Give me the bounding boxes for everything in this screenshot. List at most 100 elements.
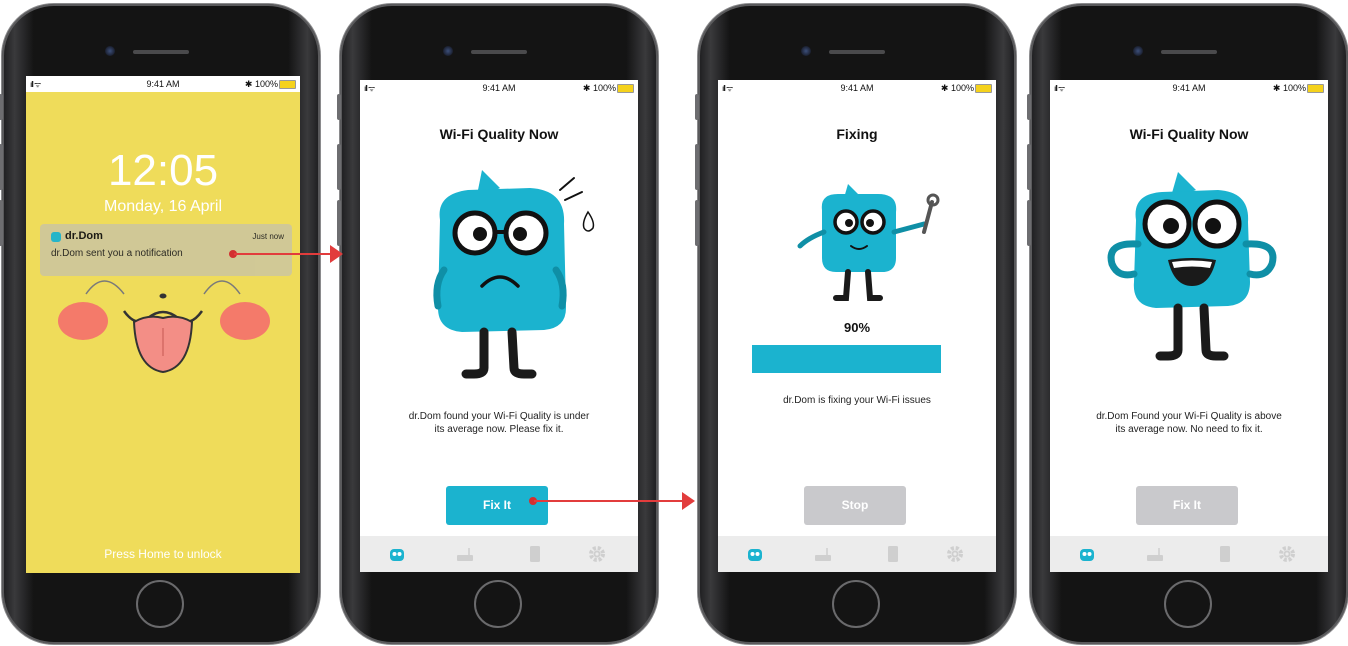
sad-mascot-illustration bbox=[433, 170, 595, 379]
fix-it-button-disabled[interactable]: Fix It bbox=[1136, 486, 1238, 525]
volume-down-button bbox=[695, 200, 699, 246]
status-bar: ıll ᯤ 9:41 AM ✱ 100% bbox=[360, 80, 638, 96]
battery-icon bbox=[279, 80, 296, 89]
wifi-quality-good-screen: ıll ᯤ 9:41 AM ✱ 100% Wi-Fi Quality Now d… bbox=[1050, 80, 1328, 572]
face-illustration bbox=[58, 280, 270, 374]
volume-down-button bbox=[1027, 200, 1031, 246]
battery-icon bbox=[617, 84, 634, 93]
right-pupil bbox=[1205, 218, 1221, 234]
fixing-screen: ıll ᯤ 9:41 AM ✱ 100% Fixing 90% dr.Dom i… bbox=[718, 80, 996, 572]
earpiece-speaker bbox=[829, 50, 885, 54]
battery-icon bbox=[1307, 84, 1324, 93]
battery-icon bbox=[975, 84, 992, 93]
page-title: Wi-Fi Quality Now bbox=[439, 126, 559, 142]
stress-lines bbox=[559, 177, 583, 201]
left-pupil bbox=[845, 219, 853, 227]
mascot-body bbox=[438, 188, 566, 332]
description-line-2: its average now. No need to fix it. bbox=[1115, 424, 1263, 435]
tab-router[interactable] bbox=[814, 545, 832, 563]
phone-lock-screen: ıll ᯤ 9:41 AM ✱ 100% 12:05 Monday, 16 Ap… bbox=[0, 4, 320, 644]
left-leg bbox=[1155, 303, 1183, 361]
right-eye-arc bbox=[203, 280, 241, 295]
battery-percent: ✱ 100% bbox=[940, 83, 974, 93]
wifi-quality-screen: ıll ᯤ 9:41 AM ✱ 100% Wi-Fi Quality Now d… bbox=[360, 80, 638, 572]
fixing-mascot-illustration bbox=[797, 184, 940, 301]
left-eye-arc bbox=[85, 280, 125, 295]
tab-phone[interactable] bbox=[1216, 545, 1234, 563]
phone-fixing: ıll ᯤ 9:41 AM ✱ 100% Fixing 90% dr.Dom i… bbox=[695, 4, 1016, 644]
flow-arrow-1-head bbox=[330, 245, 343, 263]
volume-up-button bbox=[337, 144, 341, 190]
right-leg bbox=[1199, 303, 1229, 361]
tab-settings[interactable] bbox=[588, 545, 606, 563]
notification-banner[interactable]: dr.Dom Just now dr.Dom sent you a notifi… bbox=[40, 224, 292, 276]
phone-wifi-good: ıll ᯤ 9:41 AM ✱ 100% Wi-Fi Quality Now d… bbox=[1027, 4, 1348, 644]
tab-phone[interactable] bbox=[526, 545, 544, 563]
earpiece-speaker bbox=[133, 50, 189, 54]
volume-up-button bbox=[1027, 144, 1031, 190]
battery-percent: ✱ 100% bbox=[582, 83, 616, 93]
battery-percent: ✱ 100% bbox=[244, 79, 278, 89]
left-leg bbox=[461, 327, 489, 379]
nose bbox=[159, 293, 167, 299]
description-line-1: dr.Dom Found your Wi-Fi Quality is above bbox=[1096, 411, 1282, 422]
mascot-left-arm bbox=[1107, 240, 1142, 279]
tab-bar bbox=[1050, 536, 1328, 572]
right-pupil bbox=[866, 219, 874, 227]
bluetooth-icon: ✱ bbox=[244, 79, 253, 89]
home-button[interactable] bbox=[832, 580, 880, 628]
left-leg bbox=[833, 269, 851, 301]
lock-screen: ıll ᯤ 9:41 AM ✱ 100% 12:05 Monday, 16 Ap… bbox=[26, 76, 300, 573]
tab-router[interactable] bbox=[456, 545, 474, 563]
sweat-drop-icon bbox=[582, 210, 595, 232]
notification-time: Just now bbox=[252, 232, 284, 241]
left-pupil bbox=[1163, 218, 1179, 234]
mute-switch bbox=[1027, 94, 1031, 120]
description-line-1: dr.Dom found your Wi-Fi Quality is under bbox=[408, 411, 590, 422]
wrench-head bbox=[926, 193, 940, 207]
tab-settings[interactable] bbox=[1278, 545, 1296, 563]
notification-message: dr.Dom sent you a notification bbox=[51, 248, 183, 259]
home-button[interactable] bbox=[1164, 580, 1212, 628]
notification-app-name: dr.Dom bbox=[65, 230, 103, 242]
tab-phone[interactable] bbox=[884, 545, 902, 563]
status-description: dr.Dom Found your Wi-Fi Quality is above… bbox=[1070, 410, 1308, 436]
tab-dr-dom[interactable] bbox=[746, 545, 764, 563]
mascot-body bbox=[821, 194, 897, 272]
volume-down-button bbox=[337, 200, 341, 246]
mascot-right-arm bbox=[891, 221, 927, 235]
front-camera bbox=[105, 46, 115, 56]
battery-percent: ✱ 100% bbox=[1272, 83, 1306, 93]
volume-down-button bbox=[0, 200, 3, 246]
fix-it-button[interactable]: Fix It bbox=[446, 486, 548, 525]
mascot-right-arm bbox=[1242, 240, 1277, 279]
lock-date: Monday, 16 April bbox=[104, 198, 222, 215]
unlock-hint: Press Home to unlock bbox=[104, 547, 222, 561]
home-button[interactable] bbox=[474, 580, 522, 628]
tab-bar bbox=[360, 536, 638, 572]
left-pupil bbox=[473, 227, 487, 241]
fixing-description: dr.Dom is fixing your Wi-Fi issues bbox=[783, 395, 931, 406]
bluetooth-icon: ✱ bbox=[940, 83, 949, 93]
mute-switch bbox=[0, 94, 3, 120]
tab-dr-dom[interactable] bbox=[1078, 545, 1096, 563]
flow-arrow-2-head bbox=[682, 492, 695, 510]
progress-fill bbox=[752, 345, 941, 373]
mute-switch bbox=[337, 94, 341, 120]
tab-settings[interactable] bbox=[946, 545, 964, 563]
status-bar: ıll ᯤ 9:41 AM ✱ 100% bbox=[1050, 80, 1328, 96]
mute-switch bbox=[695, 94, 699, 120]
status-bar: ıll ᯤ 9:41 AM ✱ 100% bbox=[26, 76, 300, 92]
home-button[interactable] bbox=[136, 580, 184, 628]
happy-mascot-illustration bbox=[1107, 172, 1277, 361]
wrench-icon bbox=[922, 200, 934, 234]
stop-button[interactable]: Stop bbox=[804, 486, 906, 525]
right-leg bbox=[507, 327, 537, 379]
right-cheek bbox=[220, 302, 270, 340]
mascot-left-arm bbox=[797, 229, 827, 249]
tab-router[interactable] bbox=[1146, 545, 1164, 563]
page-title: Wi-Fi Quality Now bbox=[1129, 126, 1249, 142]
tab-dr-dom[interactable] bbox=[388, 545, 406, 563]
left-cheek bbox=[58, 302, 108, 340]
page-title: Fixing bbox=[836, 126, 878, 142]
